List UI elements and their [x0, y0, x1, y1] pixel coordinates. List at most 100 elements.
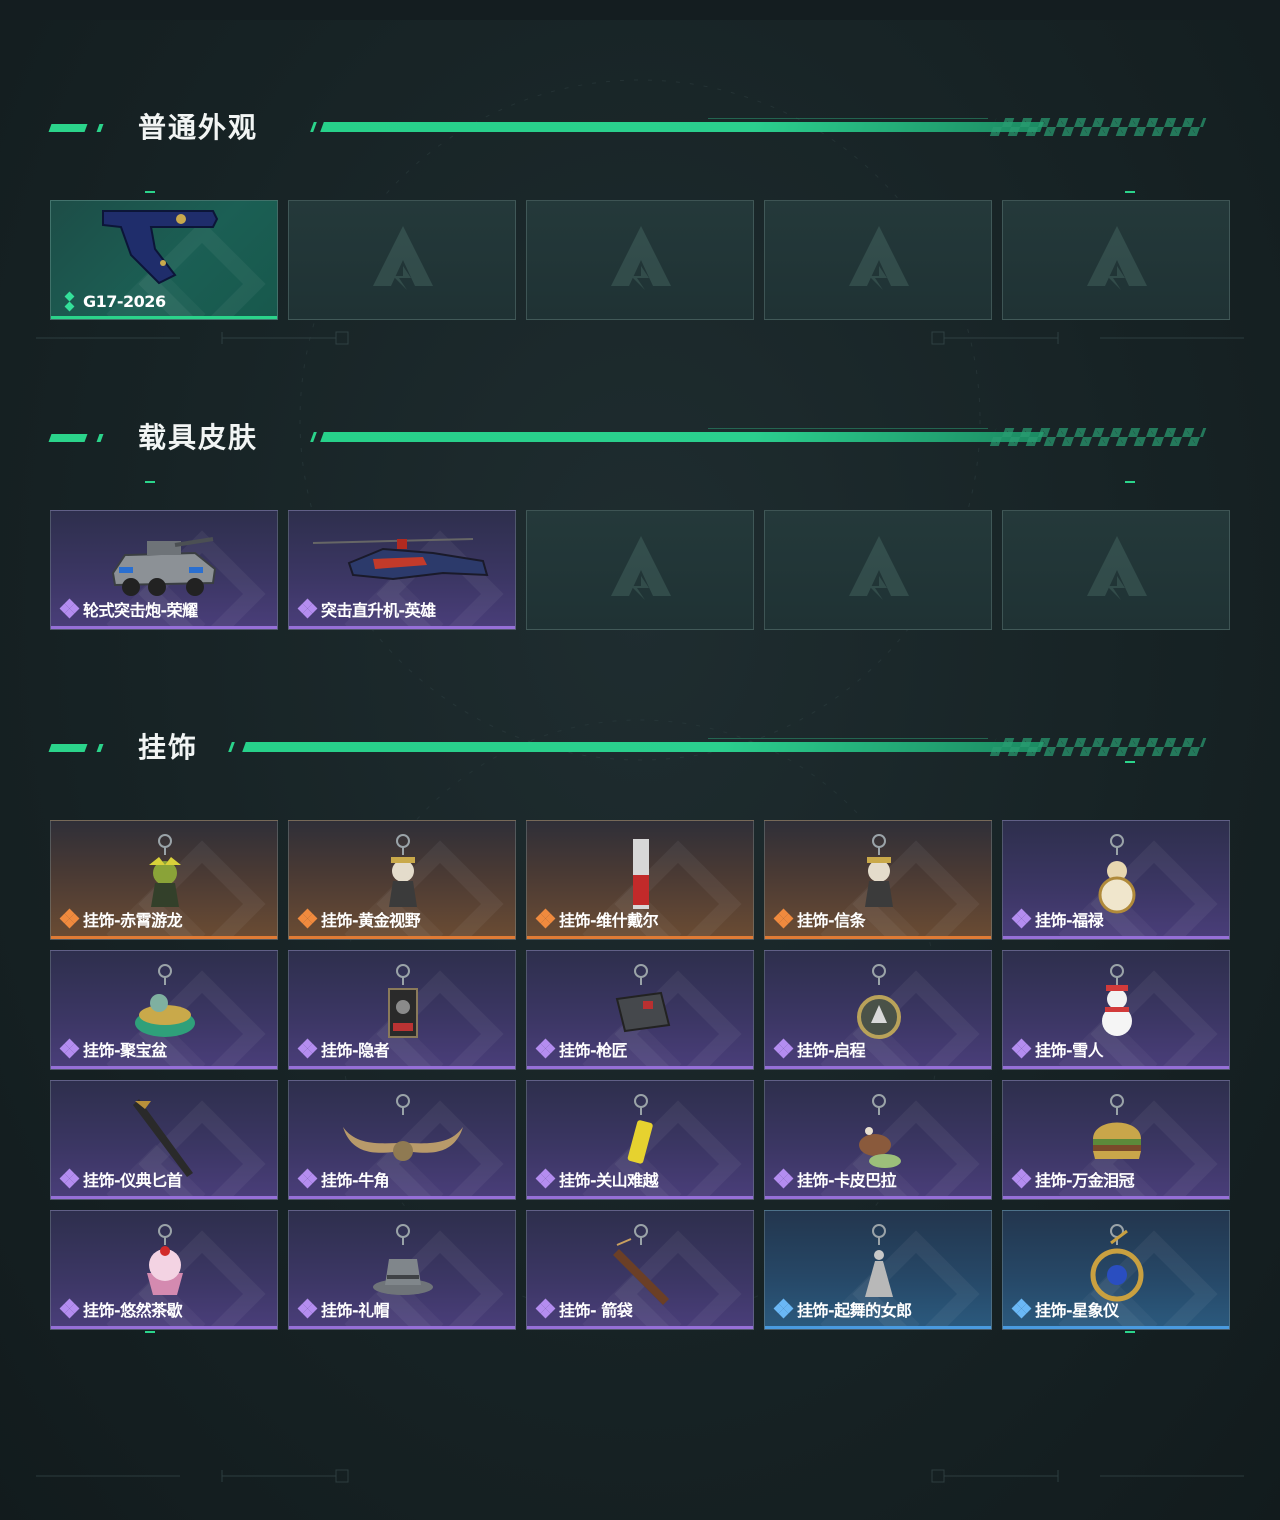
rarity-diamond-icon: [59, 1298, 80, 1319]
empty-item-slot[interactable]: [764, 510, 992, 630]
item-name: 挂饰-启程: [797, 1041, 866, 1060]
header-bar: [242, 742, 1044, 752]
item-card[interactable]: 挂饰-仪典匕首: [50, 1080, 278, 1200]
placeholder-logo-icon: [849, 536, 909, 600]
header-dash: [48, 744, 88, 752]
rarity-diamond-icon: [773, 1168, 794, 1189]
rarity-bar: [1003, 1196, 1229, 1199]
item-card[interactable]: 挂饰-礼帽: [288, 1210, 516, 1330]
empty-item-slot[interactable]: [526, 200, 754, 320]
item-name: 挂饰-卡皮巴拉: [797, 1171, 897, 1190]
item-card[interactable]: 挂饰-启程: [764, 950, 992, 1070]
item-label: 挂饰-信条: [773, 907, 866, 931]
rarity-diamond-icon: [297, 1038, 318, 1059]
item-card[interactable]: 挂饰-黄金视野: [288, 820, 516, 940]
rarity-diamond-icon: [773, 908, 794, 929]
item-card[interactable]: 挂饰-牛角: [288, 1080, 516, 1200]
item-card[interactable]: 挂饰- 箭袋: [526, 1210, 754, 1330]
empty-item-slot[interactable]: [288, 200, 516, 320]
empty-item-slot[interactable]: [1002, 510, 1230, 630]
rarity-diamond-icon: [61, 291, 79, 311]
item-label: 突击直升机-英雄: [297, 597, 436, 621]
item-label: 挂饰- 箭袋: [535, 1297, 633, 1321]
item-card[interactable]: 挂饰-雪人: [1002, 950, 1230, 1070]
rarity-diamond-icon: [297, 1298, 318, 1319]
rarity-bar: [765, 936, 991, 939]
rarity-bar: [289, 936, 515, 939]
placeholder-logo-icon: [1087, 536, 1147, 600]
placeholder-logo-icon: [611, 226, 671, 290]
rarity-bar: [527, 1066, 753, 1069]
header-line: [708, 738, 988, 739]
rarity-diamond-icon: [1011, 1038, 1032, 1059]
rarity-diamond-icon: [59, 1168, 80, 1189]
header-dash: [48, 434, 88, 442]
header-bar: [320, 122, 1044, 132]
item-card[interactable]: 挂饰-悠然茶歇: [50, 1210, 278, 1330]
tick-mark: [145, 481, 155, 483]
item-name: 挂饰- 箭袋: [559, 1301, 633, 1320]
top-bar: [0, 0, 1280, 20]
rarity-bar: [1003, 1066, 1229, 1069]
item-name: 挂饰-仪典匕首: [83, 1171, 183, 1190]
item-card[interactable]: 轮式突击炮-荣耀: [50, 510, 278, 630]
tick-mark: [1125, 761, 1135, 763]
item-card[interactable]: 挂饰-维什戴尔: [526, 820, 754, 940]
item-label: 挂饰-福禄: [1011, 907, 1104, 931]
item-card[interactable]: 挂饰-枪匠: [526, 950, 754, 1070]
item-name: G17-2026: [83, 292, 166, 311]
item-card[interactable]: 挂饰-信条: [764, 820, 992, 940]
item-label: 挂饰-雪人: [1011, 1037, 1104, 1061]
item-label: 挂饰-仪典匕首: [59, 1167, 183, 1191]
item-label: 挂饰-枪匠: [535, 1037, 628, 1061]
item-name: 挂饰-赤霄游龙: [83, 911, 183, 930]
rarity-diamond-icon: [59, 908, 80, 929]
item-label: 挂饰-维什戴尔: [535, 907, 659, 931]
item-card[interactable]: 挂饰-关山难越: [526, 1080, 754, 1200]
item-label: 挂饰-星象仪: [1011, 1297, 1119, 1321]
item-card[interactable]: G17-2026: [50, 200, 278, 320]
rarity-bar: [51, 1326, 277, 1329]
item-label: 挂饰-关山难越: [535, 1167, 659, 1191]
item-label: 挂饰-礼帽: [297, 1297, 390, 1321]
item-card[interactable]: 挂饰-隐者: [288, 950, 516, 1070]
section-header-charms: 挂饰: [48, 728, 1208, 768]
item-label: 挂饰-卡皮巴拉: [773, 1167, 897, 1191]
rarity-bar: [527, 1326, 753, 1329]
rarity-bar: [527, 1196, 753, 1199]
header-line: [708, 428, 988, 429]
item-name: 轮式突击炮-荣耀: [83, 601, 198, 620]
empty-item-slot[interactable]: [764, 200, 992, 320]
item-card[interactable]: 挂饰-卡皮巴拉: [764, 1080, 992, 1200]
rarity-bar: [289, 1326, 515, 1329]
item-name: 挂饰-悠然茶歇: [83, 1301, 183, 1320]
rarity-bar: [765, 1066, 991, 1069]
item-label: 挂饰-牛角: [297, 1167, 390, 1191]
section-title: 载具皮肤: [138, 421, 259, 454]
rarity-bar: [1003, 936, 1229, 939]
header-dash: [48, 124, 88, 132]
placeholder-logo-icon: [1087, 226, 1147, 290]
item-card[interactable]: 挂饰-万金泪冠: [1002, 1080, 1230, 1200]
tick-mark: [1125, 191, 1135, 193]
tick-mark: [1125, 481, 1135, 483]
item-card[interactable]: 突击直升机-英雄: [288, 510, 516, 630]
item-card[interactable]: 挂饰-聚宝盆: [50, 950, 278, 1070]
header-dash: [96, 124, 104, 132]
empty-item-slot[interactable]: [1002, 200, 1230, 320]
rarity-bar: [1003, 1326, 1229, 1329]
header-tick: [228, 742, 235, 752]
item-card[interactable]: 挂饰-星象仪: [1002, 1210, 1230, 1330]
item-card[interactable]: 挂饰-赤霄游龙: [50, 820, 278, 940]
header-checker: [989, 428, 1207, 446]
item-card[interactable]: 挂饰-起舞的女郎: [764, 1210, 992, 1330]
item-name: 挂饰-维什戴尔: [559, 911, 659, 930]
rarity-diamond-icon: [297, 908, 318, 929]
empty-item-slot[interactable]: [526, 510, 754, 630]
header-checker: [989, 738, 1207, 756]
item-card[interactable]: 挂饰-福禄: [1002, 820, 1230, 940]
tick-mark: [145, 191, 155, 193]
rarity-diamond-icon: [1011, 1168, 1032, 1189]
item-name: 挂饰-星象仪: [1035, 1301, 1119, 1320]
header-bar: [320, 432, 1044, 442]
